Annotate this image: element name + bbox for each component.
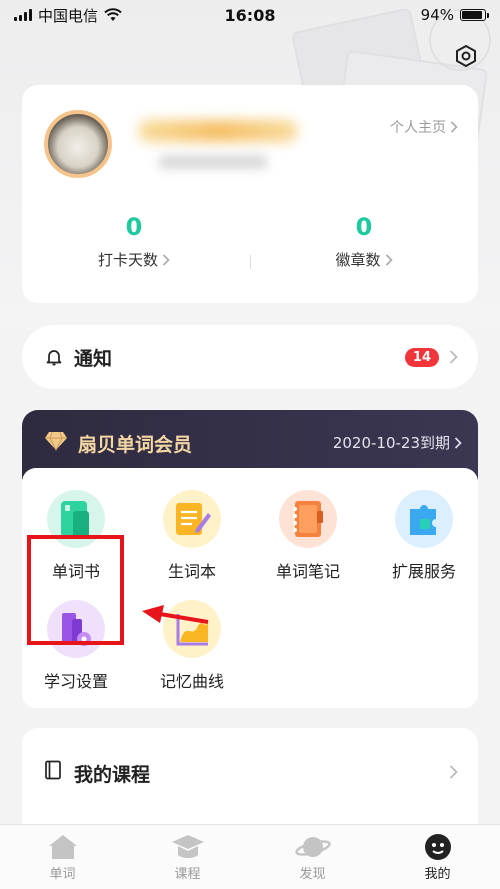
puzzle-icon <box>395 490 453 548</box>
book-outline-icon <box>45 760 61 780</box>
clock: 16:08 <box>224 5 276 25</box>
hexagon-settings-icon <box>456 45 476 67</box>
tab-words-label: 单词 <box>49 867 76 882</box>
settings-button[interactable] <box>452 42 480 70</box>
battery-percent: 94% <box>420 6 454 24</box>
notebook-icon <box>279 490 337 548</box>
diamond-icon <box>45 431 67 452</box>
checkin-days-value: 0 <box>125 213 143 241</box>
tab-discover-label: 发现 <box>299 867 326 882</box>
badges-label: 徽章数 <box>335 251 381 269</box>
membership-section: 扇贝单词会员 2020-10-23到期 单词书 生词本 单词笔记 扩展服务 学习… <box>22 410 478 708</box>
chevron-right-icon <box>162 253 170 266</box>
carrier-name: 中国电信 <box>38 6 99 25</box>
checkin-days-label: 打卡天数 <box>97 251 158 269</box>
planet-icon <box>294 837 331 857</box>
home-icon <box>48 835 77 859</box>
feature-label: 扩展服务 <box>391 562 456 581</box>
feature-label: 学习设置 <box>43 672 108 691</box>
graduation-cap-icon <box>171 835 204 858</box>
bottom-tab-bar: 单词 课程 发现 我的 <box>0 824 500 889</box>
profile-icon <box>424 834 451 860</box>
homepage-link-label: 个人主页 <box>390 120 446 136</box>
feature-word-notes[interactable]: 单词笔记 <box>254 490 362 582</box>
membership-title: 扇贝单词会员 <box>78 434 193 456</box>
unread-count-badge: 14 <box>404 347 439 367</box>
tab-profile-label: 我的 <box>424 867 451 882</box>
membership-features: 单词书 生词本 单词笔记 扩展服务 学习设置 记忆曲线 <box>22 468 478 708</box>
chevron-right-icon <box>450 121 458 133</box>
membership-expiry: 2020-10-23到期 <box>332 434 450 452</box>
feature-vocab-notebook[interactable]: 生词本 <box>138 490 246 582</box>
tab-courses-label: 课程 <box>174 867 201 882</box>
wifi-icon <box>104 8 122 21</box>
checkin-days-stat[interactable]: 0 打卡天数 <box>34 213 234 270</box>
stat-divider <box>250 255 251 269</box>
annotation-arrow-icon <box>142 605 209 624</box>
chevron-right-icon <box>454 436 462 449</box>
tab-discover[interactable]: 发现 <box>250 825 375 889</box>
blurred-username <box>138 120 298 142</box>
chevron-right-icon <box>449 350 458 364</box>
blurred-user-info <box>158 155 268 169</box>
homepage-link[interactable]: 个人主页 <box>390 117 458 137</box>
notification-title: 通知 <box>74 347 113 370</box>
status-bar: 中国电信 16:08 94% <box>0 0 500 30</box>
badges-value: 0 <box>355 213 373 241</box>
notepad-pencil-icon <box>163 490 221 548</box>
tab-words[interactable]: 单词 <box>0 825 125 889</box>
signal-icon <box>14 9 32 21</box>
annotation-highlight-box <box>27 535 124 645</box>
chevron-right-icon <box>449 765 458 779</box>
avatar[interactable] <box>44 110 112 178</box>
badges-stat[interactable]: 0 徽章数 <box>264 213 464 270</box>
profile-card: 个人主页 0 打卡天数 0 徽章数 <box>22 85 478 303</box>
bell-icon <box>46 350 62 366</box>
tab-courses[interactable]: 课程 <box>125 825 250 889</box>
chevron-right-icon <box>385 253 393 266</box>
feature-extended-services[interactable]: 扩展服务 <box>370 490 478 582</box>
battery-icon <box>460 9 489 21</box>
my-courses-row[interactable]: 我的课程 <box>22 728 478 828</box>
feature-label: 单词笔记 <box>275 562 340 581</box>
tab-profile[interactable]: 我的 <box>375 825 500 889</box>
feature-label: 生词本 <box>167 562 216 581</box>
notification-row[interactable]: 通知 14 <box>22 325 478 389</box>
feature-label: 记忆曲线 <box>159 672 224 691</box>
my-courses-title: 我的课程 <box>74 764 151 786</box>
